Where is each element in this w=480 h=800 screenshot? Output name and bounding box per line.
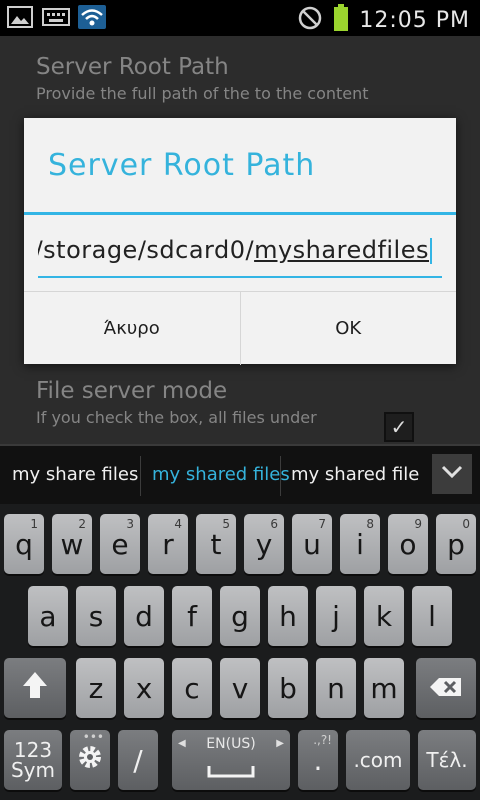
key-s[interactable]: s bbox=[76, 586, 116, 646]
expand-suggestions-button[interactable] bbox=[432, 454, 472, 494]
key-w[interactable]: 2w bbox=[52, 514, 92, 574]
suggestion-divider bbox=[280, 456, 281, 496]
server-path-input[interactable]: /storage/sdcard0/mysharedfiles bbox=[38, 230, 442, 278]
dotcom-key[interactable]: .com bbox=[346, 730, 410, 790]
key-m[interactable]: m bbox=[364, 658, 404, 718]
soft-keyboard: 1q 2w 3e 4r 5t 6y 7u 8i 9o 0p a s d f g … bbox=[0, 504, 480, 800]
key-a[interactable]: a bbox=[28, 586, 68, 646]
check-icon: ✓ bbox=[390, 415, 408, 439]
suggestion-divider bbox=[140, 456, 141, 496]
key-hint: 7 bbox=[318, 517, 326, 531]
symbols-key[interactable]: 123 Sym bbox=[4, 730, 62, 790]
key-y[interactable]: 6y bbox=[244, 514, 284, 574]
key-label: e bbox=[111, 527, 129, 561]
key-hint: 0 bbox=[462, 517, 470, 531]
space-key[interactable]: EN(US) ◀ ▶ bbox=[172, 730, 290, 790]
language-label: EN(US) bbox=[206, 736, 256, 752]
key-hint: 3 bbox=[126, 517, 134, 531]
no-sim-icon bbox=[297, 5, 323, 35]
cancel-button[interactable]: Άκυρο bbox=[24, 292, 240, 365]
key-hint: 8 bbox=[366, 517, 374, 531]
key-j[interactable]: j bbox=[316, 586, 356, 646]
suggestion-item-selected[interactable]: my shared files bbox=[152, 464, 290, 485]
dots-hint: ••• bbox=[82, 730, 104, 744]
setting-title: File server mode bbox=[36, 378, 228, 404]
key-label: i bbox=[356, 527, 364, 561]
language-left-arrow-icon: ◀ bbox=[178, 738, 186, 749]
done-key[interactable]: Τέλ. bbox=[418, 730, 476, 790]
setting-file-server-mode[interactable]: File server mode If you check the box, a… bbox=[36, 378, 317, 427]
key-l[interactable]: l bbox=[412, 586, 452, 646]
key-hint: 5 bbox=[222, 517, 230, 531]
key-d[interactable]: d bbox=[124, 586, 164, 646]
gear-icon bbox=[76, 743, 104, 778]
text-cursor bbox=[430, 238, 432, 264]
key-t[interactable]: 5t bbox=[196, 514, 236, 574]
ok-button[interactable]: OK bbox=[239, 292, 457, 365]
key-label: p bbox=[447, 527, 465, 561]
suggestion-item[interactable]: my shared file bbox=[291, 464, 419, 485]
dialog-divider bbox=[24, 212, 456, 215]
settings-key[interactable]: ••• bbox=[70, 730, 110, 790]
wifi-icon bbox=[78, 5, 106, 29]
suggestion-bar: my share files my shared files my shared… bbox=[0, 444, 480, 506]
key-i[interactable]: 8i bbox=[340, 514, 380, 574]
key-hint: 9 bbox=[414, 517, 422, 531]
space-bar-icon bbox=[207, 752, 255, 785]
key-k[interactable]: k bbox=[364, 586, 404, 646]
battery-icon bbox=[333, 4, 349, 36]
key-g[interactable]: g bbox=[220, 586, 260, 646]
key-x[interactable]: x bbox=[124, 658, 164, 718]
key-slash[interactable]: / bbox=[118, 730, 158, 790]
suggestion-item[interactable]: my share files bbox=[12, 464, 138, 485]
key-label: u bbox=[303, 527, 321, 561]
status-bar: 12:05 PM bbox=[0, 0, 480, 36]
key-hint: 2 bbox=[78, 517, 86, 531]
key-label: . bbox=[313, 743, 323, 777]
dialog-title: Server Root Path bbox=[48, 148, 316, 183]
input-composing-word: mysharedfiles bbox=[254, 236, 429, 264]
setting-summary: If you check the box, all files under bbox=[36, 408, 317, 427]
key-label: w bbox=[60, 527, 84, 561]
key-n[interactable]: n bbox=[316, 658, 356, 718]
backspace-icon bbox=[429, 672, 463, 705]
key-label: q bbox=[15, 527, 33, 561]
key-hint: .,?! bbox=[313, 733, 332, 747]
key-hint: 4 bbox=[174, 517, 182, 531]
key-c[interactable]: c bbox=[172, 658, 212, 718]
shift-arrow-icon bbox=[21, 670, 49, 707]
setting-server-root-path[interactable]: Server Root Path Provide the full path o… bbox=[36, 54, 369, 103]
setting-summary: Provide the full path of the to the cont… bbox=[36, 84, 369, 103]
key-q[interactable]: 1q bbox=[4, 514, 44, 574]
key-v[interactable]: v bbox=[220, 658, 260, 718]
gallery-icon bbox=[6, 5, 34, 29]
key-r[interactable]: 4r bbox=[148, 514, 188, 574]
key-h[interactable]: h bbox=[268, 586, 308, 646]
status-clock: 12:05 PM bbox=[359, 7, 470, 33]
key-label: y bbox=[255, 527, 273, 561]
key-label: t bbox=[210, 527, 222, 561]
key-o[interactable]: 9o bbox=[388, 514, 428, 574]
keyboard-icon bbox=[42, 5, 70, 29]
file-server-mode-checkbox[interactable]: ✓ bbox=[384, 412, 414, 442]
key-label: o bbox=[399, 527, 417, 561]
key-e[interactable]: 3e bbox=[100, 514, 140, 574]
key-period[interactable]: .,?! . bbox=[298, 730, 338, 790]
setting-title: Server Root Path bbox=[36, 54, 229, 80]
key-hint: 1 bbox=[30, 517, 38, 531]
key-f[interactable]: f bbox=[172, 586, 212, 646]
key-label: r bbox=[162, 527, 174, 561]
key-hint: 6 bbox=[270, 517, 278, 531]
key-z[interactable]: z bbox=[76, 658, 116, 718]
key-p[interactable]: 0p bbox=[436, 514, 476, 574]
dialog-buttons: Άκυρο OK bbox=[24, 291, 456, 365]
chevron-down-icon bbox=[440, 464, 464, 484]
input-text-prefix: /storage/sdcard0/ bbox=[38, 236, 255, 264]
backspace-key[interactable] bbox=[416, 658, 476, 718]
language-right-arrow-icon: ▶ bbox=[276, 738, 284, 749]
key-b[interactable]: b bbox=[268, 658, 308, 718]
server-root-path-dialog: Server Root Path /storage/sdcard0/myshar… bbox=[24, 118, 456, 365]
shift-key[interactable] bbox=[4, 658, 66, 718]
key-u[interactable]: 7u bbox=[292, 514, 332, 574]
